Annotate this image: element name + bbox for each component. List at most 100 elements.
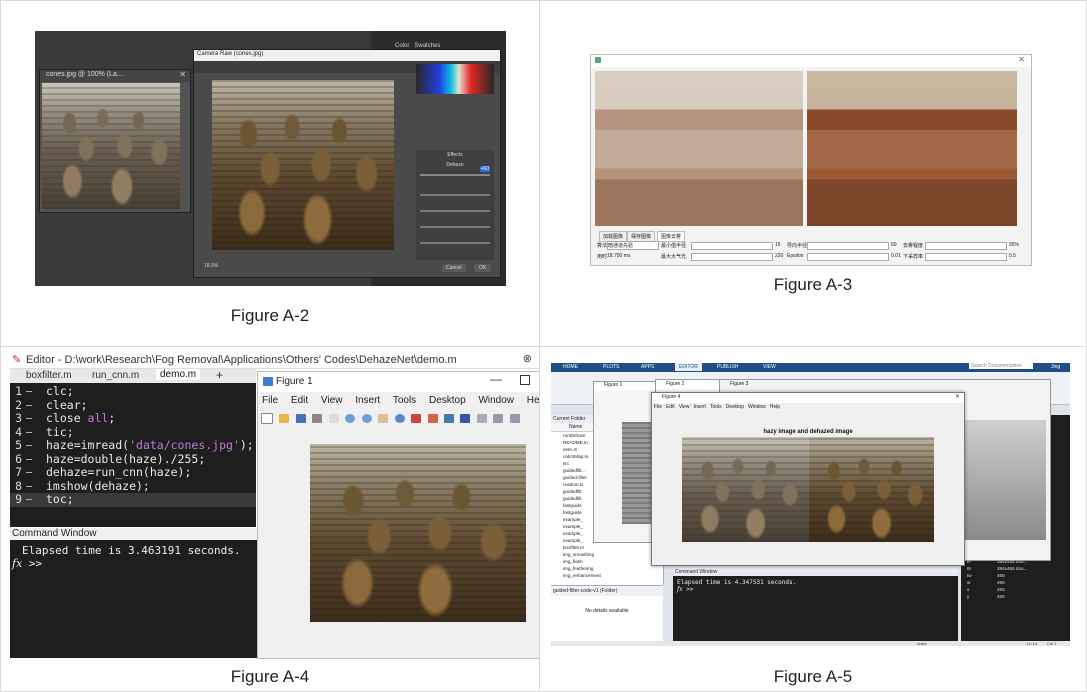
- workspace-row[interactable]: x 465: [961, 586, 1070, 593]
- new-figure-icon[interactable]: [261, 413, 273, 425]
- dehaze-slider[interactable]: +60: [420, 166, 490, 176]
- panel-slider[interactable]: [420, 226, 490, 228]
- figure-menubar[interactable]: File Edit View Insert Tools Desktop Wind…: [262, 395, 557, 406]
- menu-edit[interactable]: Edit: [291, 395, 308, 406]
- menu-tools[interactable]: Tools: [393, 395, 416, 406]
- code-line[interactable]: 1 clc;: [10, 384, 256, 399]
- code-line[interactable]: 2 clear;: [10, 398, 256, 413]
- command-window[interactable]: Command Window Elapsed time is 3.463191 …: [10, 528, 258, 658]
- figure-titlebar[interactable]: Figure 1 —: [258, 372, 540, 392]
- open-icon[interactable]: [279, 414, 290, 424]
- brush-icon[interactable]: [427, 414, 438, 424]
- panel-slider[interactable]: [420, 194, 490, 196]
- tab-boxfilter[interactable]: boxfilter.m: [26, 370, 72, 381]
- breakpoint-gutter[interactable]: [26, 445, 32, 446]
- minimize-icon[interactable]: —: [490, 372, 502, 386]
- workspace-row[interactable]: t6 384x465 dou...: [961, 565, 1070, 572]
- figure-4-titlebar[interactable]: Figure 4 ✕: [652, 393, 964, 403]
- tab-view[interactable]: VIEW: [763, 364, 776, 370]
- menu-view[interactable]: View: [679, 404, 690, 410]
- tab-home[interactable]: HOME: [563, 364, 578, 370]
- ok-button[interactable]: OK: [474, 264, 492, 272]
- camera-raw-dialog[interactable]: Camera Raw (cones.jpg) Effects Dehaze +6…: [193, 49, 501, 278]
- menu-window[interactable]: Window: [748, 404, 766, 410]
- code-line[interactable]: 6 haze=double(haze)./255;: [10, 452, 256, 467]
- workspace-row[interactable]: tw 465: [961, 572, 1070, 579]
- menu-insert[interactable]: Insert: [693, 404, 706, 410]
- ps-document-window[interactable]: cones.jpg @ 100% (La... ✕: [39, 69, 191, 213]
- matlab-desktop[interactable]: HOME PLOTS APPS EDITOR PUBLISH VIEW Sear…: [551, 363, 1070, 646]
- workspace-row[interactable]: y 465: [961, 593, 1070, 600]
- tab-publish[interactable]: PUBLISH: [717, 364, 738, 370]
- hide-tools-icon[interactable]: [493, 414, 504, 424]
- command-prompt[interactable]: >>: [686, 586, 693, 593]
- tab-editor[interactable]: EDITOR: [675, 363, 702, 371]
- code-line[interactable]: 7 dehaze=run_cnn(haze);: [10, 465, 256, 480]
- breakpoint-gutter[interactable]: [26, 472, 32, 473]
- breakpoint-gutter[interactable]: [26, 391, 32, 392]
- breakpoint-gutter[interactable]: [26, 458, 32, 460]
- zoom-readout[interactable]: 18.9%: [204, 263, 218, 269]
- code-line[interactable]: 5 haze=imread('data/cones.jpg');: [10, 438, 256, 453]
- save-icon[interactable]: [295, 414, 306, 424]
- menu-desktop[interactable]: Desktop: [429, 395, 466, 406]
- panel-slider[interactable]: [420, 242, 490, 244]
- pan-icon[interactable]: [378, 414, 389, 424]
- zoom-out-icon[interactable]: [361, 414, 372, 424]
- tab-run-cnn[interactable]: run_cnn.m: [92, 370, 139, 381]
- search-input[interactable]: Search Documentation: [969, 363, 1033, 369]
- guide-radius-slider[interactable]: [807, 242, 889, 250]
- user-name[interactable]: Jing: [1051, 364, 1060, 370]
- breakpoint-gutter[interactable]: [26, 485, 32, 487]
- cancel-button[interactable]: Cancel: [442, 264, 466, 272]
- code-line[interactable]: 9 toc;: [10, 492, 256, 507]
- downsample-slider[interactable]: [925, 253, 1007, 261]
- menu-file[interactable]: File: [654, 404, 662, 410]
- file-list-item[interactable]: img_smoothing: [563, 551, 663, 558]
- app-titlebar[interactable]: ✕: [591, 55, 1031, 67]
- menu-insert[interactable]: Insert: [355, 395, 380, 406]
- print-icon[interactable]: [312, 414, 323, 424]
- code-area[interactable]: 1 clc; 2 clear; 3 close all; 4 tic; 5 haze=imread…: [10, 383, 256, 527]
- figure-toolbar[interactable]: [260, 410, 538, 425]
- min-radius-slider[interactable]: [691, 242, 773, 250]
- breakpoint-gutter[interactable]: [26, 404, 32, 406]
- code-line[interactable]: 3 close all;: [10, 411, 256, 426]
- zoom-in-icon[interactable]: [345, 414, 356, 424]
- colorbar-icon[interactable]: [460, 414, 471, 424]
- menu-view[interactable]: View: [321, 395, 343, 406]
- ribbon-tabs[interactable]: HOME PLOTS APPS EDITOR PUBLISH VIEW Sear…: [551, 363, 1070, 372]
- dehaze-value[interactable]: +60: [479, 166, 490, 172]
- data-cursor-icon[interactable]: [411, 414, 422, 424]
- file-list-item[interactable]: img_enhancement: [563, 572, 663, 579]
- file-list-item[interactable]: img_flash: [563, 558, 663, 565]
- breakpoint-gutter[interactable]: [26, 418, 32, 419]
- file-list-item[interactable]: img_feathering: [563, 565, 663, 572]
- tab-demo[interactable]: demo.m: [156, 369, 201, 380]
- menu-edit[interactable]: Edit: [666, 404, 675, 410]
- menu-file[interactable]: File: [262, 395, 278, 406]
- menu-desktop[interactable]: Desktop: [726, 404, 744, 410]
- file-list-item[interactable]: boxfilter.m: [563, 544, 663, 551]
- menu-window[interactable]: Window: [478, 395, 514, 406]
- figure-4-menubar[interactable]: File Edit View Insert Tools Desktop Window Help: [652, 403, 964, 411]
- figure-4-window[interactable]: Figure 4 ✕ File Edit View Insert Tools Deskto…: [651, 392, 965, 566]
- menu-tools[interactable]: Tools: [710, 404, 722, 410]
- max-airlight-slider[interactable]: [691, 253, 773, 261]
- command-prompt[interactable]: >>: [29, 557, 42, 570]
- editor-titlebar[interactable]: ✎ Editor - D:\work\Research\Fog Removal\…: [10, 352, 538, 369]
- close-icon[interactable]: ⊗: [523, 352, 532, 365]
- link-icon[interactable]: [443, 414, 454, 424]
- panel-slider[interactable]: [420, 210, 490, 212]
- dock-icon[interactable]: [509, 414, 520, 424]
- epsilon-slider[interactable]: [807, 253, 889, 261]
- tab-plots[interactable]: PLOTS: [603, 364, 619, 370]
- legend-icon[interactable]: [476, 414, 487, 424]
- close-icon[interactable]: ✕: [179, 70, 186, 79]
- maximize-icon[interactable]: [520, 375, 530, 385]
- rotate-icon[interactable]: [394, 414, 405, 424]
- method-select[interactable]: 暗通道先验: [607, 241, 659, 250]
- add-tab-icon[interactable]: +: [216, 368, 223, 382]
- tab-apps[interactable]: APPS: [641, 364, 654, 370]
- breakpoint-gutter[interactable]: [26, 431, 32, 433]
